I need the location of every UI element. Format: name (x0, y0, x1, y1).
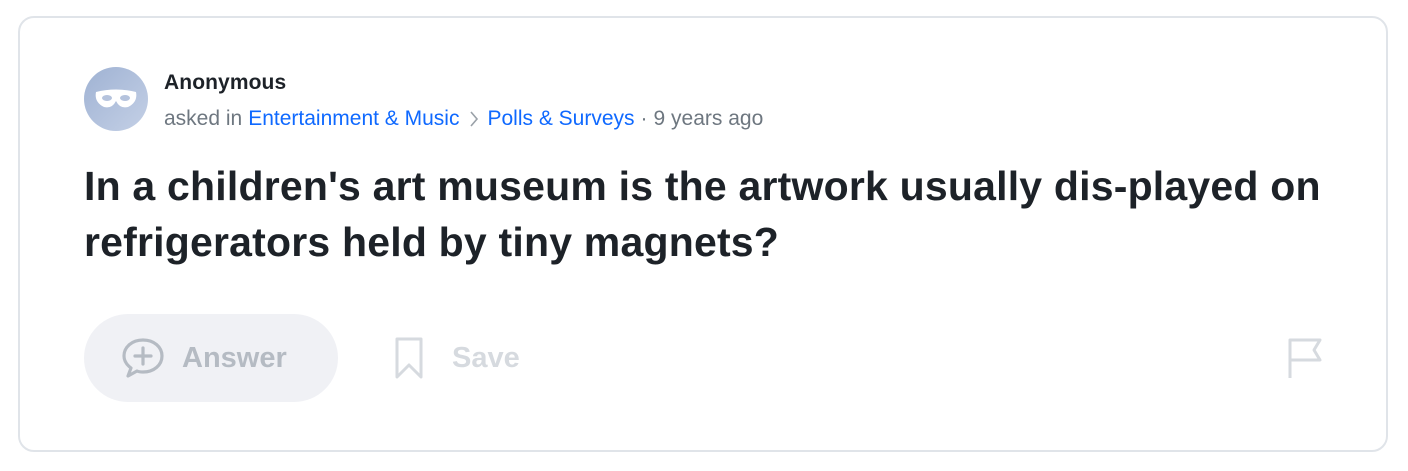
category-link[interactable]: Entertainment & Music (248, 106, 459, 132)
avatar[interactable] (84, 67, 148, 131)
meta-separator: · (640, 107, 648, 130)
question-card: Anonymous asked in Entertainment & Music… (18, 16, 1388, 452)
chevron-right-icon (469, 110, 479, 128)
bookmark-icon (395, 337, 423, 379)
answer-label: Answer (182, 341, 287, 374)
save-button[interactable]: Save (394, 334, 520, 382)
question-meta: Anonymous asked in Entertainment & Music… (164, 70, 763, 132)
asked-in-label: asked in (164, 107, 243, 130)
question-age: 9 years ago (653, 107, 764, 130)
plus-speech-bubble-icon (122, 338, 164, 378)
flag-icon (1288, 338, 1322, 378)
question-title: In a children's art museum is the artwor… (84, 163, 1321, 265)
anonymous-mask-icon (95, 89, 137, 108)
save-label: Save (452, 341, 520, 374)
author-name[interactable]: Anonymous (164, 70, 763, 96)
answer-button[interactable]: Answer (84, 314, 338, 402)
subcategory-link[interactable]: Polls & Surveys (487, 106, 634, 132)
report-button[interactable] (1286, 336, 1324, 385)
action-bar: Answer Save (84, 314, 1324, 404)
breadcrumb: asked in Entertainment & Music Polls & S… (164, 106, 763, 132)
